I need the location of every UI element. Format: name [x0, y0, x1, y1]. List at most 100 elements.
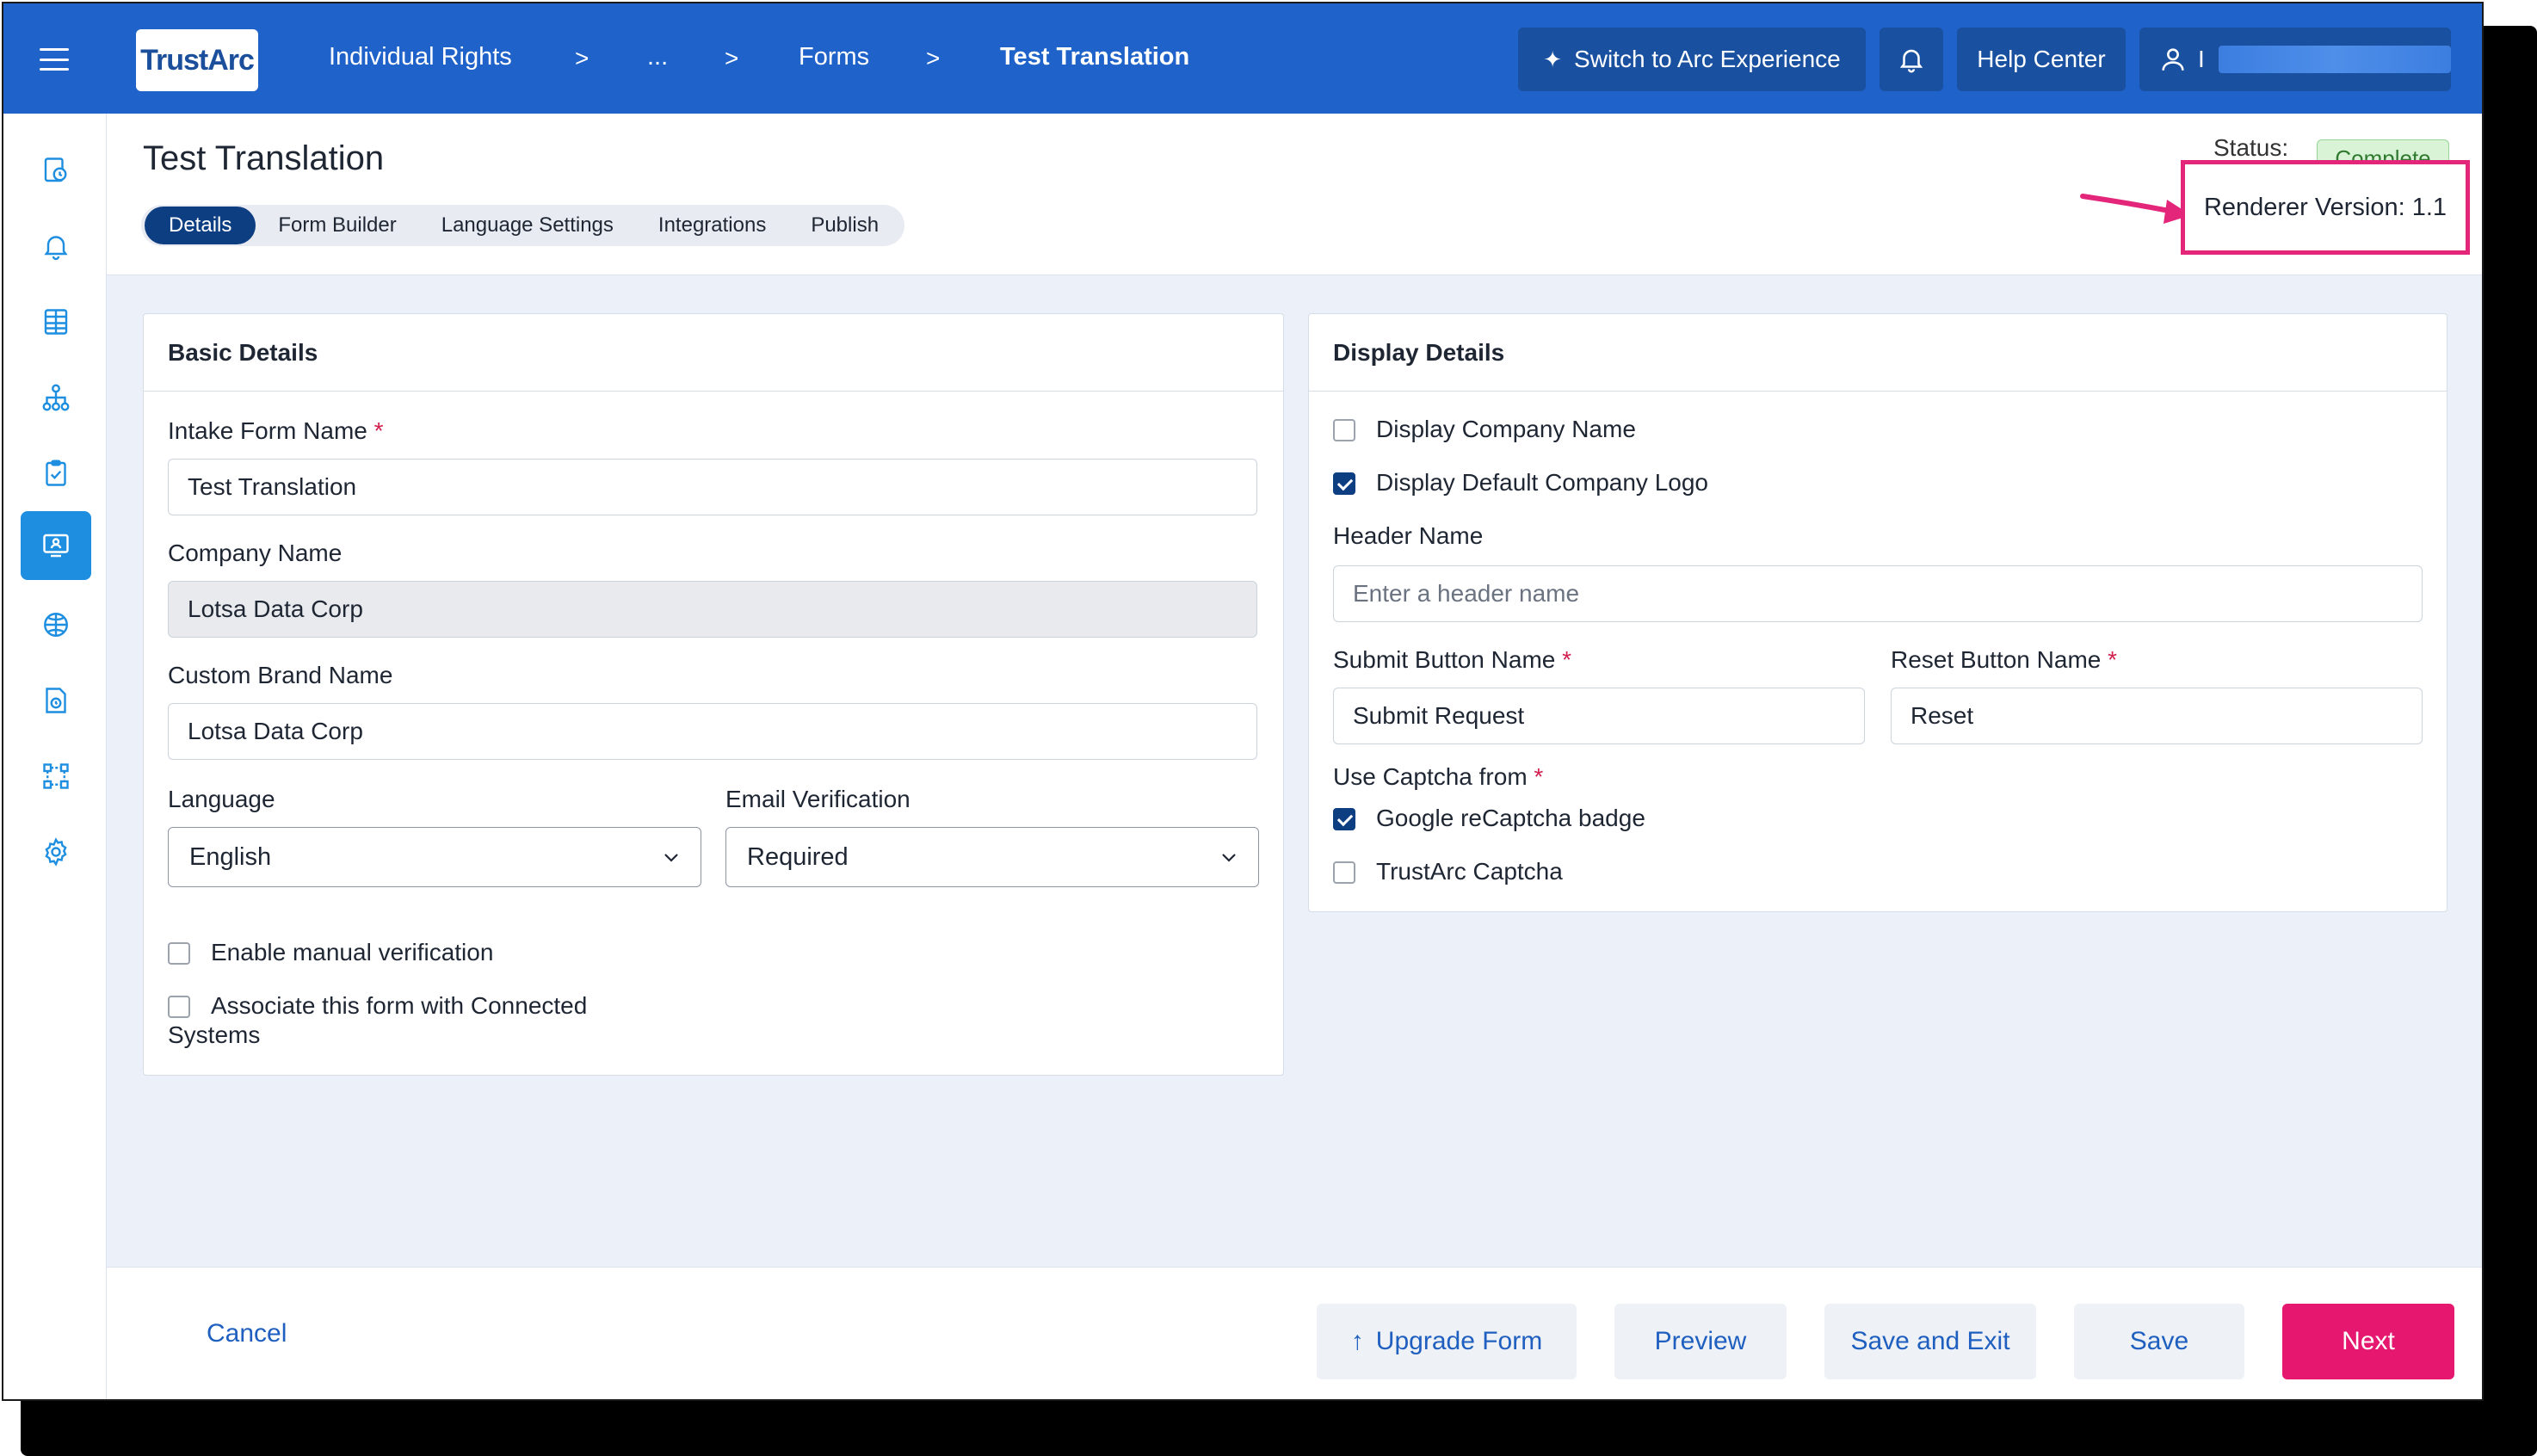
clipboard-check-icon: [46, 460, 66, 486]
display-company-logo-label: Display Default Company Logo: [1376, 469, 1708, 496]
sidebar-item-data-flow[interactable]: [21, 363, 91, 432]
breadcrumb-separator-icon: >: [926, 45, 941, 71]
document-clock-icon: [46, 688, 66, 713]
tab-language-settings[interactable]: Language Settings: [419, 207, 636, 244]
page-title: Test Translation: [143, 139, 385, 177]
dashboard-icon: [44, 157, 67, 182]
intake-form-name-label: Intake Form Name *: [168, 417, 384, 445]
tab-integrations[interactable]: Integrations: [636, 207, 788, 244]
renderer-version-highlight: Renderer Version: 1.1: [2181, 160, 2470, 255]
chevron-down-icon: [664, 854, 678, 862]
switch-to-arc-button[interactable]: ✦ Switch to Arc Experience: [1518, 28, 1866, 91]
basic-details-card: Basic Details Intake Form Name * Test Tr…: [143, 313, 1284, 1076]
reset-button-name-input[interactable]: Reset: [1891, 688, 2423, 744]
annotation-arrow-icon: [2080, 194, 2191, 224]
trustarc-captcha-checkbox[interactable]: [1333, 861, 1355, 884]
help-center-button[interactable]: Help Center: [1957, 28, 2126, 91]
associate-connected-systems-row[interactable]: Associate this form with Connected: [168, 992, 587, 1020]
email-verification-selected-value: Required: [747, 842, 849, 871]
header-name-input[interactable]: Enter a header name: [1333, 565, 2423, 622]
company-name-input: Lotsa Data Corp: [168, 581, 1257, 638]
sparkle-icon: ✦: [1543, 46, 1563, 72]
display-details-title: Display Details: [1309, 314, 2447, 392]
breadcrumb-individual-rights[interactable]: Individual Rights: [329, 43, 512, 71]
tab-details[interactable]: Details: [145, 207, 256, 244]
upgrade-form-button[interactable]: ↑ Upgrade Form: [1317, 1304, 1577, 1379]
reset-button-name-label: Reset Button Name *: [1891, 646, 2117, 674]
custom-brand-name-input[interactable]: Lotsa Data Corp: [168, 703, 1257, 760]
sidebar-item-dashboard[interactable]: [21, 136, 91, 205]
submit-button-name-input[interactable]: Submit Request: [1333, 688, 1865, 744]
submit-button-name-label-text: Submit Button Name: [1333, 646, 1556, 673]
language-selected-value: English: [189, 842, 272, 871]
globe-brain-icon: [44, 613, 68, 637]
save-and-exit-button[interactable]: Save and Exit: [1824, 1304, 2036, 1379]
trustarc-logo[interactable]: TrustArc: [136, 29, 258, 91]
trustarc-captcha-row[interactable]: TrustArc Captcha: [1333, 858, 1563, 885]
display-details-card: Display Details Display Company Name Dis…: [1308, 313, 2447, 912]
bell-icon: [1899, 49, 1923, 73]
cancel-link[interactable]: Cancel: [207, 1319, 287, 1348]
display-company-logo-row[interactable]: Display Default Company Logo: [1333, 469, 1708, 497]
network-icon: [42, 384, 70, 411]
monitor-user-icon: [43, 534, 69, 558]
breadcrumb-ellipsis[interactable]: ...: [647, 43, 668, 71]
required-marker: *: [1562, 646, 1572, 673]
sidebar-item-notifications[interactable]: [21, 212, 91, 281]
display-company-name-label: Display Company Name: [1376, 416, 1636, 442]
breadcrumb-current: Test Translation: [1000, 43, 1190, 71]
display-company-logo-checkbox[interactable]: [1333, 472, 1355, 495]
associate-connected-systems-label-wrap: Systems: [168, 1021, 261, 1048]
page-header: Test Translation Details Form Builder La…: [107, 114, 2482, 275]
required-marker: *: [2108, 646, 2118, 673]
upgrade-form-label: Upgrade Form: [1375, 1327, 1543, 1355]
gear-icon: [45, 837, 67, 867]
arrow-up-icon: ↑: [1350, 1327, 1364, 1355]
sidebar-item-ai-governance[interactable]: [21, 590, 91, 659]
breadcrumb-separator-icon: >: [725, 45, 739, 71]
sidebar-item-inventory[interactable]: [21, 287, 91, 356]
next-button[interactable]: Next: [2282, 1304, 2454, 1379]
preview-button[interactable]: Preview: [1614, 1304, 1787, 1379]
email-verification-select[interactable]: Required: [725, 827, 1259, 887]
intake-form-name-input[interactable]: Test Translation: [168, 459, 1257, 515]
language-select[interactable]: English: [168, 827, 701, 887]
email-verification-label: Email Verification: [725, 786, 910, 812]
redacted-username: [2218, 46, 2451, 73]
manual-verification-row[interactable]: Enable manual verification: [168, 939, 493, 966]
chevron-down-icon: [1222, 854, 1236, 862]
manual-verification-checkbox[interactable]: [168, 942, 190, 965]
sidebar-item-assessments[interactable]: [21, 439, 91, 508]
associate-connected-systems-label: Associate this form with Connected: [211, 992, 588, 1019]
google-recaptcha-checkbox[interactable]: [1333, 808, 1355, 830]
hamburger-menu-icon[interactable]: [40, 48, 69, 71]
notifications-button[interactable]: [1880, 28, 1943, 91]
google-recaptcha-row[interactable]: Google reCaptcha badge: [1333, 805, 1645, 832]
submit-button-name-label: Submit Button Name *: [1333, 646, 1571, 674]
captcha-label-text: Use Captcha from: [1333, 763, 1528, 790]
captcha-label: Use Captcha from *: [1333, 763, 1543, 791]
tab-bar: Details Form Builder Language Settings I…: [141, 205, 905, 246]
associate-connected-systems-checkbox[interactable]: [168, 996, 190, 1018]
sidebar-item-policies[interactable]: [21, 666, 91, 735]
tab-publish[interactable]: Publish: [788, 207, 901, 244]
workflow-icon: [43, 763, 69, 789]
app-window: TrustArc Individual Rights > ... > Forms…: [2, 2, 2484, 1401]
status-label: Status:: [2213, 134, 2289, 161]
left-sidebar: [3, 114, 107, 1399]
switch-to-arc-label: Switch to Arc Experience: [1574, 46, 1841, 72]
custom-brand-name-label: Custom Brand Name: [168, 662, 393, 688]
breadcrumb-forms[interactable]: Forms: [799, 43, 869, 71]
display-company-name-row[interactable]: Display Company Name: [1333, 416, 1636, 443]
user-menu-button[interactable]: I: [2139, 28, 2451, 91]
sidebar-item-settings[interactable]: [21, 817, 91, 886]
reset-button-name-label-text: Reset Button Name: [1891, 646, 2102, 673]
tab-form-builder[interactable]: Form Builder: [256, 207, 418, 244]
user-icon: [2162, 48, 2184, 71]
sidebar-item-workflows[interactable]: [21, 742, 91, 811]
display-company-name-checkbox[interactable]: [1333, 419, 1355, 441]
header-name-label: Header Name: [1333, 522, 1484, 549]
save-button[interactable]: Save: [2074, 1304, 2244, 1379]
required-marker: *: [1534, 763, 1544, 790]
sidebar-item-individual-rights[interactable]: [21, 511, 91, 580]
